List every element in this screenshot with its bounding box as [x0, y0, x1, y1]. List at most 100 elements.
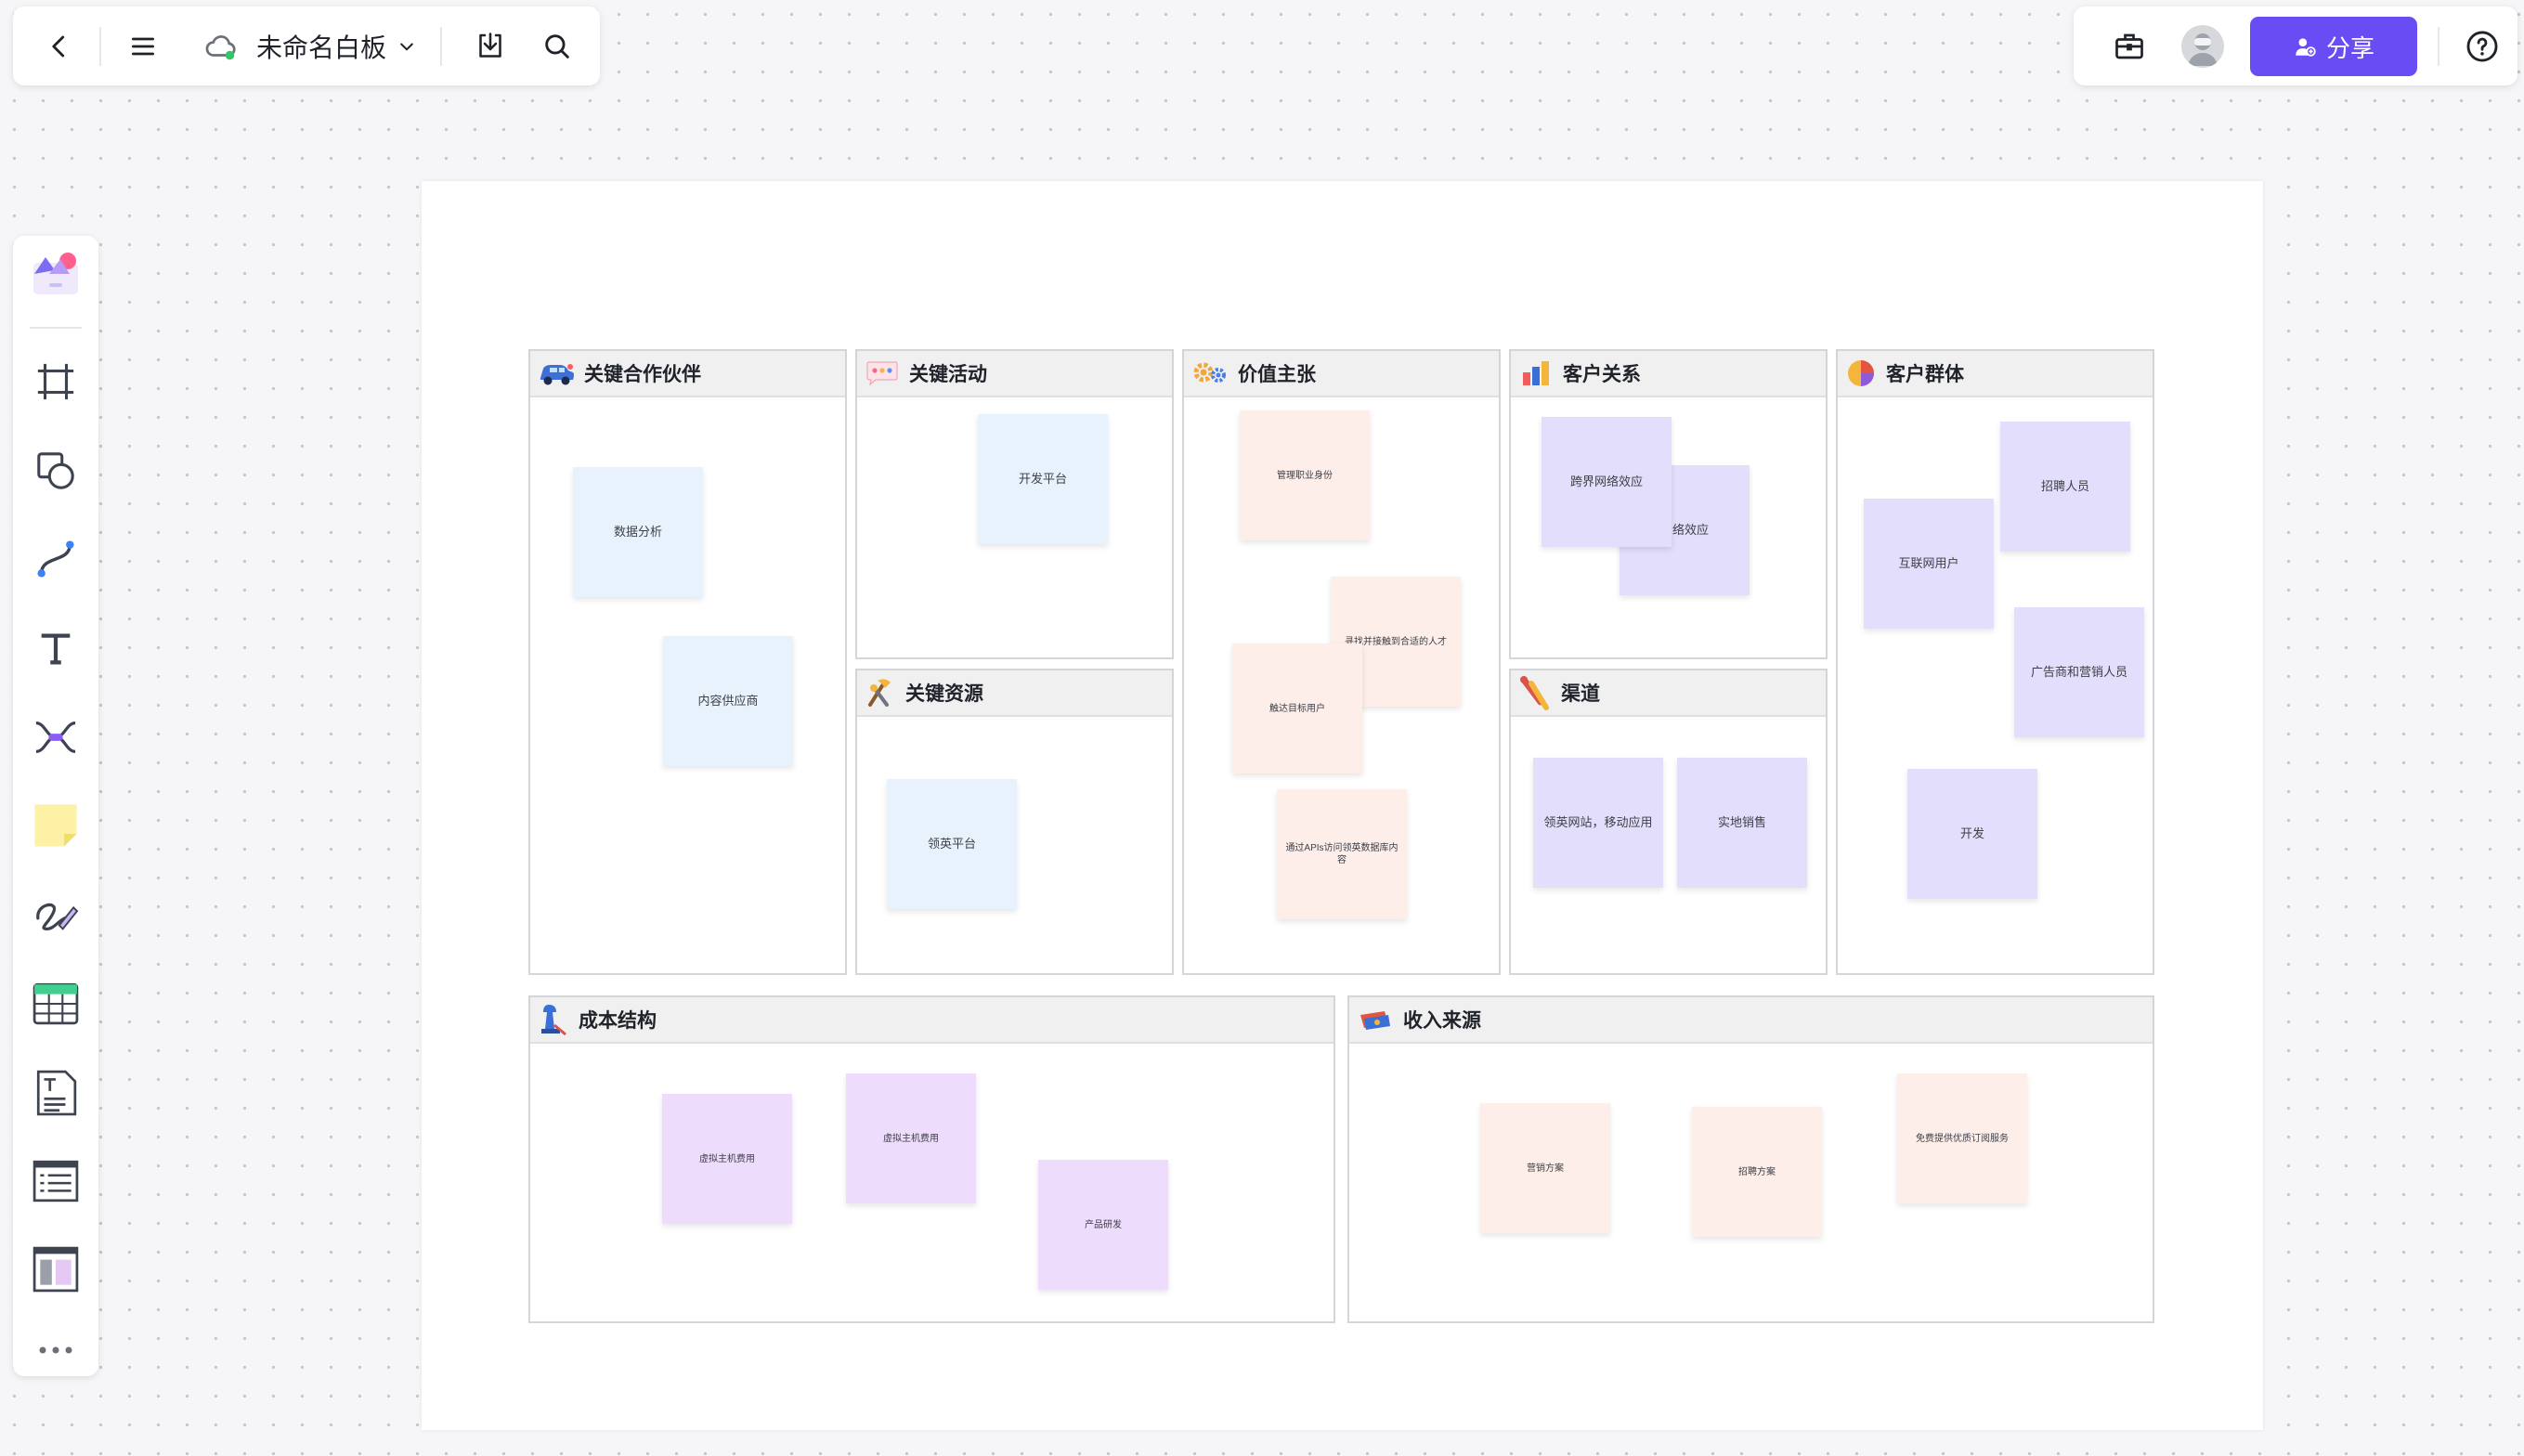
section-title: 成本结构	[579, 1010, 657, 1032]
sticky-note[interactable]: 内容供应商	[663, 636, 793, 766]
sidebar-divider	[30, 327, 82, 329]
section-header: 关键资源	[857, 670, 1172, 717]
hamburger-icon	[132, 37, 154, 55]
sticky-note[interactable]: 管理职业身份	[1240, 410, 1370, 540]
section-title: 关键活动	[909, 364, 987, 385]
gears-icon	[1193, 362, 1226, 383]
sticky-note[interactable]: 免费提供优质订阅服务	[1897, 1073, 2027, 1203]
tools-icon	[868, 679, 891, 707]
add-user-icon	[2296, 38, 2316, 57]
money-icon	[1360, 1011, 1390, 1030]
toolbox-button[interactable]	[2101, 6, 2157, 85]
frame-tool[interactable]	[28, 354, 84, 410]
connector-icon	[37, 540, 74, 578]
back-button[interactable]	[32, 6, 87, 85]
more-tools-button[interactable]	[28, 1322, 84, 1378]
templates-icon	[33, 253, 78, 294]
list-icon	[33, 1160, 79, 1202]
cloud-icon	[205, 34, 236, 59]
megaphone-icon	[1520, 676, 1549, 710]
top-left-toolbar: 未命名白板	[13, 6, 600, 85]
frame-icon	[37, 363, 74, 400]
chat-icon	[866, 361, 898, 386]
section-key-partners[interactable]: 关键合作伙伴 数据分析 内容供应商	[528, 349, 847, 975]
search-button[interactable]	[529, 6, 585, 85]
section-customer-relationships[interactable]: 客户关系 网络效应 跨界网络效应	[1509, 349, 1828, 659]
sticky-note[interactable]: 产品研发	[1038, 1160, 1168, 1290]
sticky-note[interactable]: 数据分析	[573, 467, 703, 597]
sticky-note[interactable]: 招聘方案	[1692, 1107, 1822, 1237]
sticky-note[interactable]: 实地销售	[1677, 758, 1807, 888]
section-channels[interactable]: 渠道 领英网站，移动应用 实地销售	[1509, 669, 1828, 975]
sticky-note[interactable]: 通过APIs访问领英数据库内容	[1277, 789, 1407, 919]
section-title: 客户关系	[1563, 364, 1641, 385]
sticky-note-tool[interactable]	[28, 798, 84, 853]
sticky-note[interactable]: 虚拟主机费用	[662, 1094, 792, 1224]
templates-button[interactable]	[28, 245, 84, 301]
text-tool[interactable]	[28, 620, 84, 676]
section-header: 成本结构	[530, 997, 1334, 1044]
sticky-note[interactable]: 招聘人员	[2000, 422, 2130, 552]
bar-chart-icon	[1523, 361, 1549, 385]
toolbox-icon	[2115, 33, 2143, 58]
section-value-propositions[interactable]: 价值主张 管理职业身份 寻找并接触到合适的人才 触达目标用户 通过APIs访问领…	[1182, 349, 1501, 975]
document-title[interactable]: 未命名白板	[256, 6, 416, 85]
sticky-note[interactable]: 虚拟主机费用	[846, 1073, 976, 1203]
mindmap-tool[interactable]	[28, 709, 84, 765]
share-button[interactable]: 分享	[2250, 17, 2417, 76]
layout-tool[interactable]	[28, 1242, 84, 1297]
search-icon	[545, 33, 569, 58]
sticky-note[interactable]: 广告商和营销人员	[2014, 607, 2144, 737]
menu-button[interactable]	[115, 6, 171, 85]
sticky-note[interactable]: 营销方案	[1480, 1103, 1610, 1233]
section-key-activities[interactable]: 关键活动 开发平台	[855, 349, 1174, 659]
shape-icon	[37, 452, 74, 489]
section-header: 关键合作伙伴	[530, 351, 845, 397]
section-header: 关键活动	[857, 351, 1172, 397]
divider	[99, 27, 101, 66]
sticky-note[interactable]: 跨界网络效应	[1542, 417, 1672, 547]
share-label: 分享	[2325, 33, 2374, 62]
section-title: 关键资源	[905, 683, 983, 705]
section-header: 客户群体	[1838, 351, 2153, 397]
help-button[interactable]	[2454, 6, 2510, 85]
table-tool[interactable]	[28, 976, 84, 1032]
section-header: 客户关系	[1511, 351, 1826, 397]
pen-tool[interactable]	[28, 887, 84, 942]
more-icon	[39, 1346, 72, 1354]
whiteboard-frame[interactable]: 关键合作伙伴 数据分析 内容供应商 关键活动 开发平台 关键资源 领英平台 价值…	[422, 181, 2263, 1430]
sticky-note[interactable]: 开发平台	[978, 414, 1108, 544]
connector-tool[interactable]	[28, 531, 84, 587]
car-icon	[540, 364, 574, 385]
avatar[interactable]	[2181, 25, 2224, 68]
section-cost-structure[interactable]: 成本结构 虚拟主机费用 虚拟主机费用 产品研发	[528, 995, 1335, 1323]
divider	[2438, 27, 2439, 66]
section-header: 价值主张	[1184, 351, 1499, 397]
list-tool[interactable]	[28, 1153, 84, 1209]
download-icon	[479, 32, 501, 58]
doc-tool[interactable]	[28, 1065, 84, 1121]
download-button[interactable]	[462, 6, 518, 85]
sticky-note[interactable]: 领英网站，移动应用	[1533, 758, 1663, 888]
section-header: 渠道	[1511, 670, 1826, 717]
table-icon	[33, 982, 79, 1025]
document-title-text: 未命名白板	[256, 32, 387, 62]
help-icon	[2466, 31, 2498, 61]
divider	[440, 27, 442, 66]
section-revenue-streams[interactable]: 收入来源 营销方案 招聘方案 免费提供优质订阅服务	[1347, 995, 2154, 1323]
sticky-note[interactable]: 开发	[1907, 769, 2037, 899]
chevron-down-icon	[400, 43, 413, 50]
section-customer-segments[interactable]: 客户群体 招聘人员 互联网用户 广告商和营销人员 开发	[1836, 349, 2154, 975]
section-key-resources[interactable]: 关键资源 领英平台	[855, 669, 1174, 975]
sticky-note[interactable]: 触达目标用户	[1232, 644, 1362, 774]
sticky-note[interactable]: 领英平台	[887, 779, 1017, 909]
mindmap-icon	[35, 722, 76, 753]
user-avatar-icon	[2188, 33, 2218, 66]
section-title: 渠道	[1561, 683, 1600, 705]
layout-icon	[33, 1246, 79, 1293]
sticky-note[interactable]: 互联网用户	[1864, 499, 1994, 629]
cloud-sync-status[interactable]	[197, 6, 245, 85]
pen-icon	[36, 903, 79, 930]
shape-tool[interactable]	[28, 443, 84, 499]
doc-icon	[36, 1070, 77, 1116]
